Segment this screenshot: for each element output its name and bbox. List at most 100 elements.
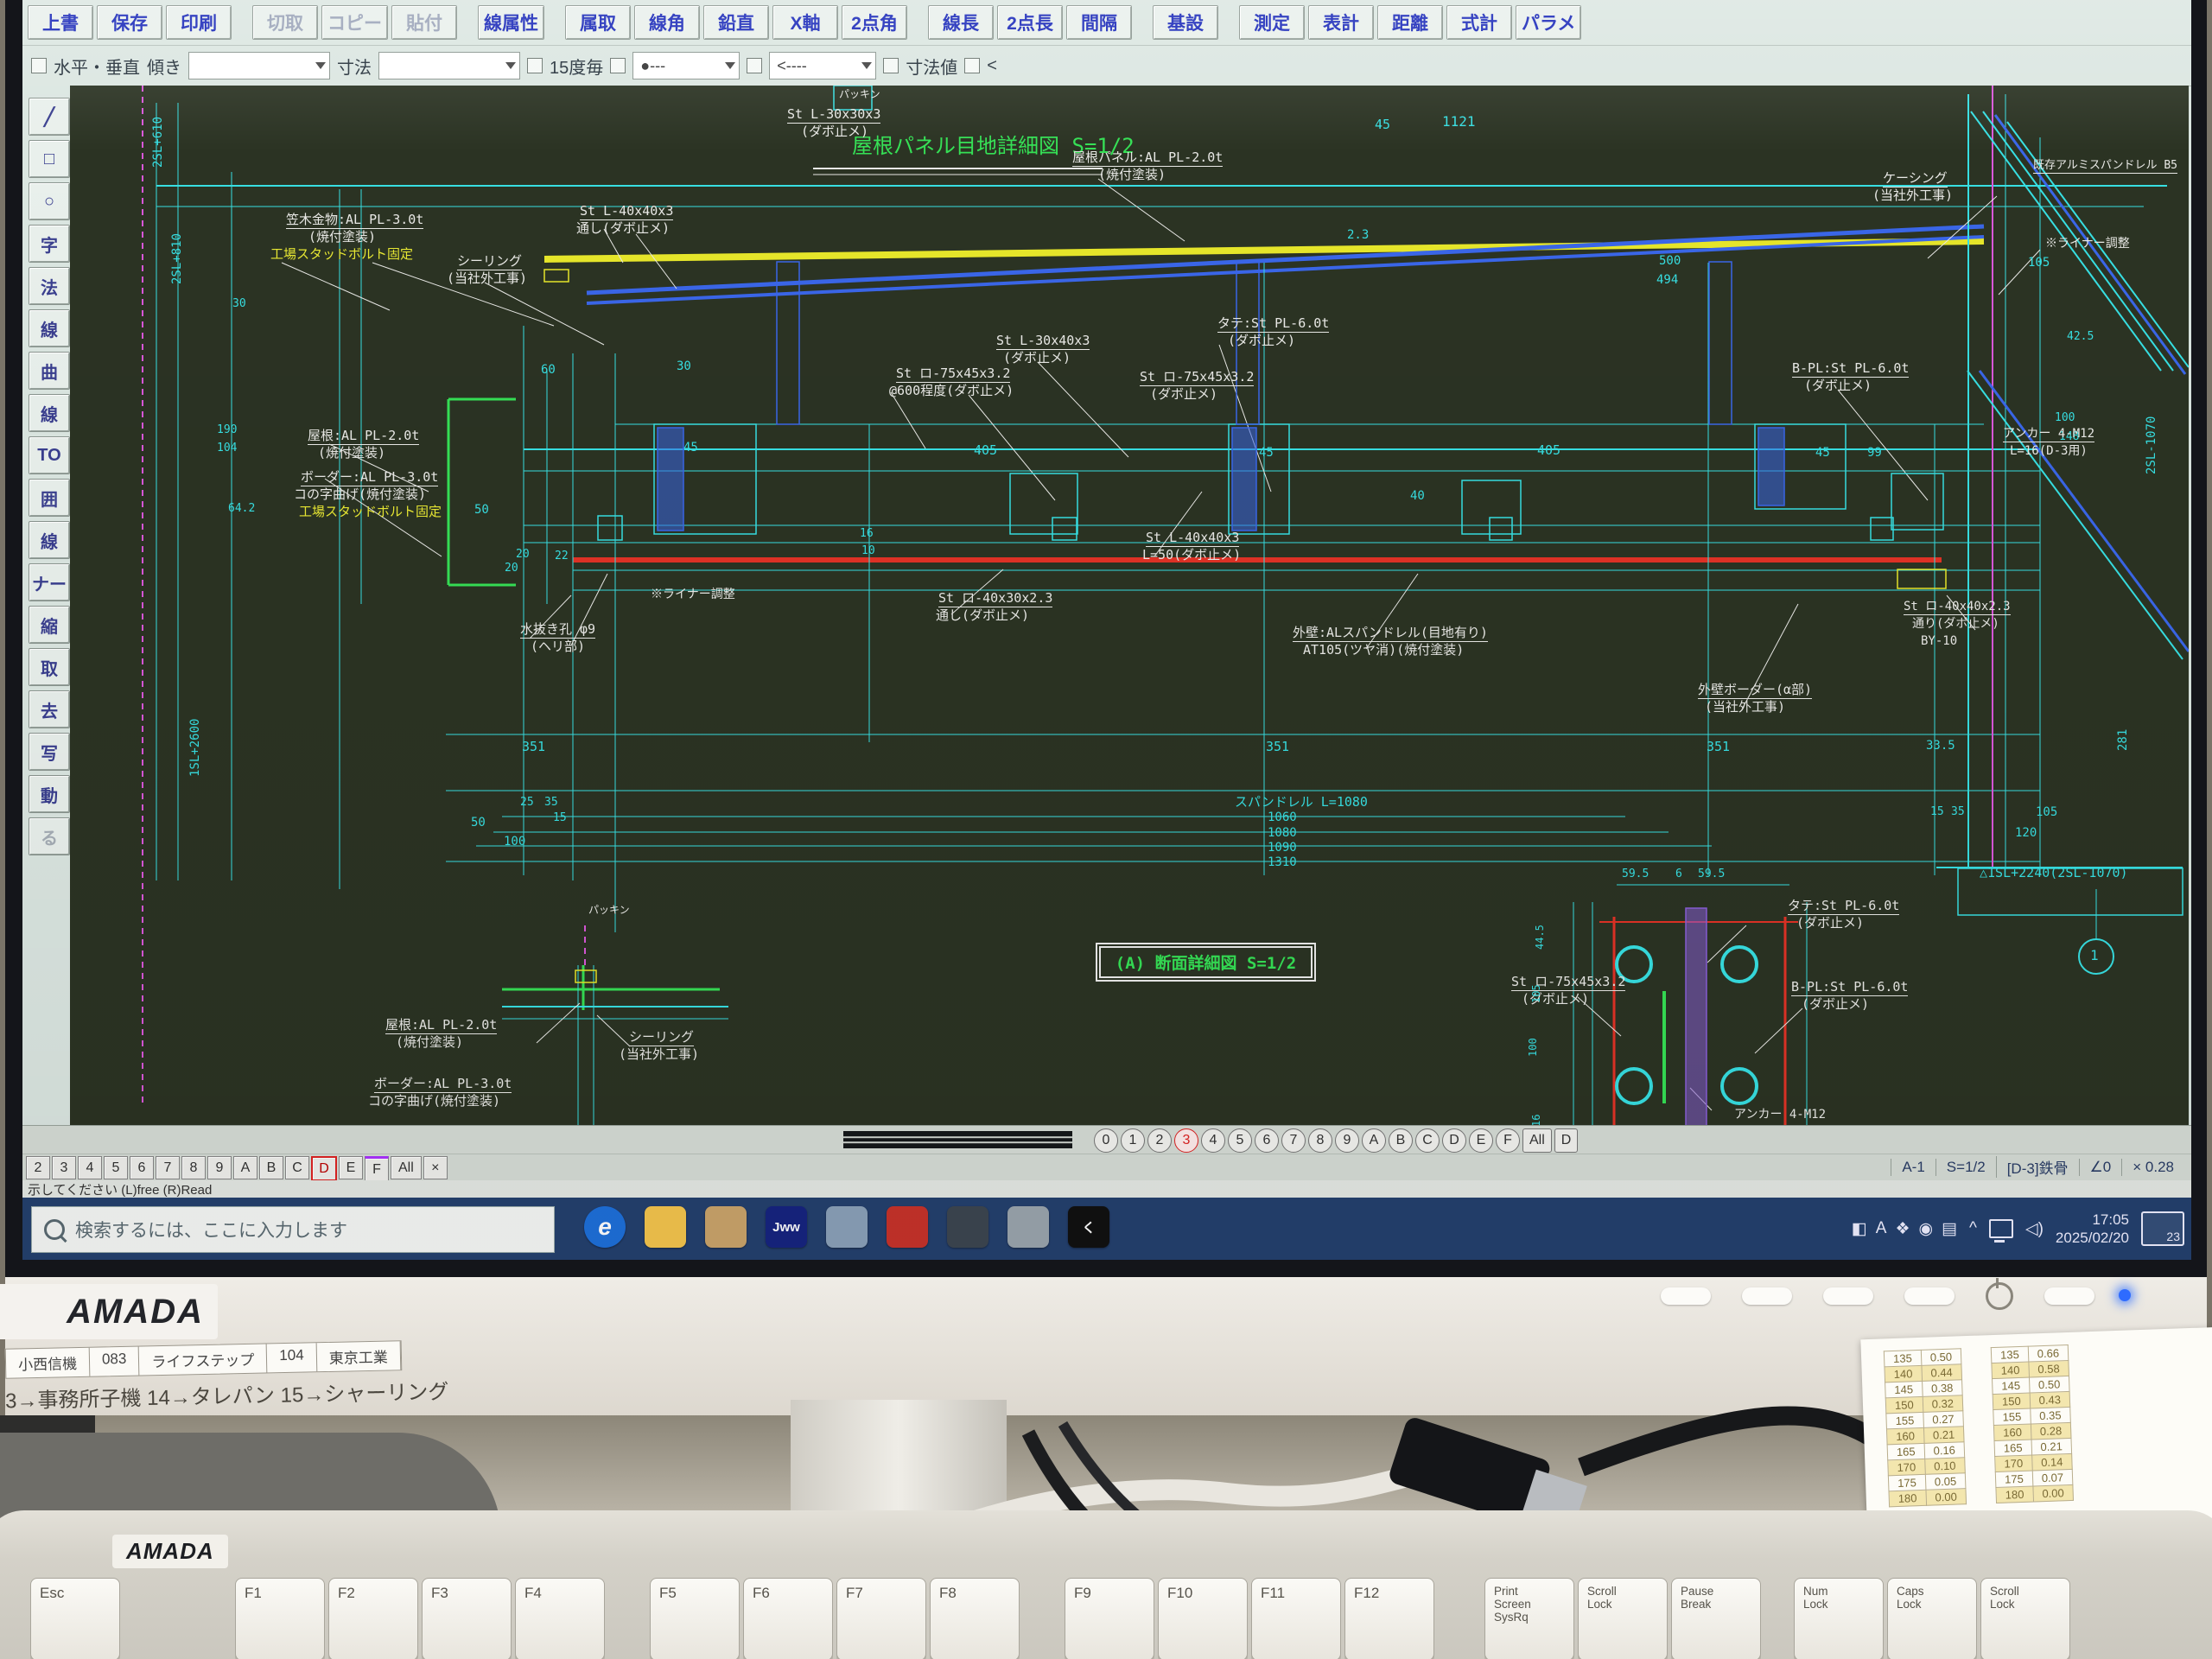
toolbar-button[interactable]: 属取 [565,5,631,40]
sidebar-tool-button[interactable]: 縮 [29,606,70,644]
keyboard-key[interactable]: Scroll Lock [1578,1578,1668,1659]
keyboard-key[interactable]: F5 [650,1578,740,1659]
cad-drawing-canvas[interactable]: (A) 断面詳細図 S=1/2 屋根パネル目地詳細図 S=1/2屋根パネル:AL… [70,86,2189,1127]
keyboard-key[interactable]: Pause Break [1671,1578,1761,1659]
photos-icon[interactable] [947,1206,988,1248]
keyboard-key[interactable]: F7 [836,1578,926,1659]
keyboard-key[interactable]: F9 [1065,1578,1154,1659]
page-tab[interactable]: 4 [78,1156,102,1179]
osd-button[interactable] [1742,1287,1792,1305]
toolbar-button[interactable]: コピー [321,5,388,40]
keyboard-key[interactable]: Caps Lock [1887,1578,1977,1659]
toolbar-button[interactable]: 鉛直 [703,5,769,40]
volume-icon[interactable]: ◁) [2025,1219,2044,1239]
browser-red-icon[interactable] [887,1206,928,1248]
toolbar-button[interactable]: 線長 [928,5,994,40]
toolbar-button[interactable]: 線属性 [478,5,544,40]
osd-button[interactable] [1661,1287,1711,1305]
sidebar-tool-button[interactable]: 取 [29,648,70,686]
keyboard-key[interactable]: F4 [515,1578,605,1659]
layer-tab[interactable]: F [1496,1128,1520,1153]
sidebar-tool-button[interactable]: 写 [29,733,70,771]
layer-tab[interactable]: A [1362,1128,1386,1153]
sidebar-tool-button[interactable]: 字 [29,225,70,263]
sidebar-tool-button[interactable]: ╱ [29,98,70,136]
sidebar-tool-button[interactable]: 法 [29,267,70,305]
page-tab[interactable]: All [391,1156,422,1179]
network-icon[interactable] [1989,1219,2013,1238]
tilt-combo[interactable] [188,52,330,79]
page-tab[interactable]: 3 [52,1156,76,1179]
toolbar-button[interactable]: 印刷 [166,5,232,40]
horizontal-scrollbar[interactable] [843,1131,1072,1148]
edge-icon[interactable]: e [584,1206,626,1248]
print-app-icon[interactable] [826,1206,868,1248]
toolbar-button[interactable]: 上書 [28,5,93,40]
page-tab[interactable]: A [233,1156,257,1179]
deg15-checkbox[interactable] [527,58,543,73]
page-tab[interactable]: F [365,1156,389,1181]
keyboard-key[interactable]: F11 [1251,1578,1341,1659]
layer-tab[interactable]: D [1442,1128,1466,1153]
toolbar-button[interactable]: 保存 [97,5,162,40]
arrow-style-combo[interactable]: ●--- [632,52,740,79]
sidebar-tool-button[interactable]: 曲 [29,352,70,390]
keyboard-key[interactable]: Esc [30,1578,120,1659]
status-field[interactable]: ∠0 [2079,1159,2122,1176]
arrow-style-checkbox[interactable] [610,58,626,73]
toolbar-button[interactable]: 表計 [1308,5,1374,40]
keyboard-key[interactable]: Num Lock [1794,1578,1884,1659]
page-tab[interactable]: × [423,1156,448,1179]
status-field[interactable]: [D-3]鉄骨 [1996,1156,2079,1178]
osd-button[interactable] [1904,1287,1955,1305]
tray-icon[interactable]: ▤ [1942,1219,1957,1239]
toolbar-button[interactable]: 貼付 [391,5,457,40]
taskbar-clock[interactable]: 17:05 2025/02/20 [2056,1211,2129,1248]
page-tab[interactable]: 5 [104,1156,128,1179]
sidebar-tool-button[interactable]: ○ [29,182,70,220]
sidebar-tool-button[interactable]: ナー [29,563,70,601]
layer-tab[interactable]: 1 [1121,1128,1145,1153]
page-tab[interactable]: 8 [181,1156,206,1179]
toolbar-button[interactable]: 距離 [1377,5,1443,40]
page-tab[interactable]: B [259,1156,283,1179]
keyboard-key[interactable]: F10 [1158,1578,1248,1659]
horizontal-vertical-checkbox[interactable] [31,58,47,73]
sidebar-tool-button[interactable]: 去 [29,690,70,728]
page-tab[interactable]: 9 [207,1156,232,1179]
devices-icon[interactable] [1007,1206,1049,1248]
ime-tool-icon[interactable]: く [1068,1206,1109,1248]
jww-cad-icon[interactable]: Jww [766,1206,807,1248]
status-field[interactable]: S=1/2 [1936,1159,1996,1176]
page-tab[interactable]: 6 [130,1156,154,1179]
notification-badge[interactable]: 23 [2141,1211,2184,1246]
page-tab[interactable]: E [339,1156,363,1179]
layer-tab[interactable]: 8 [1308,1128,1332,1153]
status-field[interactable]: A-1 [1891,1159,1935,1176]
sidebar-tool-button[interactable]: 線 [29,394,70,432]
layer-tab[interactable]: 3 [1174,1128,1198,1153]
page-tab[interactable]: 2 [26,1156,50,1179]
status-field[interactable]: × 0.28 [2121,1159,2184,1176]
layer-tab[interactable]: 9 [1335,1128,1359,1153]
taskbar-search[interactable]: 検索するには、ここに入力します [31,1206,555,1253]
osd-button[interactable] [1823,1287,1873,1305]
power-button[interactable] [2044,1287,2094,1305]
leader-style-checkbox[interactable] [747,58,762,73]
layer-tab-extra[interactable]: All [1522,1128,1552,1153]
keyboard-key[interactable]: F12 [1344,1578,1434,1659]
toolbar-button[interactable]: パラメ [1516,5,1581,40]
keyboard-key[interactable]: F6 [743,1578,833,1659]
keyboard-key[interactable]: F1 [235,1578,325,1659]
page-tab[interactable]: 7 [156,1156,180,1179]
layer-tab[interactable]: E [1469,1128,1493,1153]
dimvalue-checkbox[interactable] [883,58,899,73]
layer-tab[interactable]: 5 [1228,1128,1252,1153]
tray-icon[interactable]: ◉ [1918,1219,1933,1239]
dimension-combo[interactable] [378,52,520,79]
toolbar-button[interactable]: 線角 [634,5,700,40]
toolbar-button[interactable]: 2点長 [997,5,1063,40]
page-tab[interactable]: C [285,1156,309,1179]
sidebar-tool-button[interactable]: TO [29,436,70,474]
toolbar-button[interactable]: 2点角 [842,5,907,40]
